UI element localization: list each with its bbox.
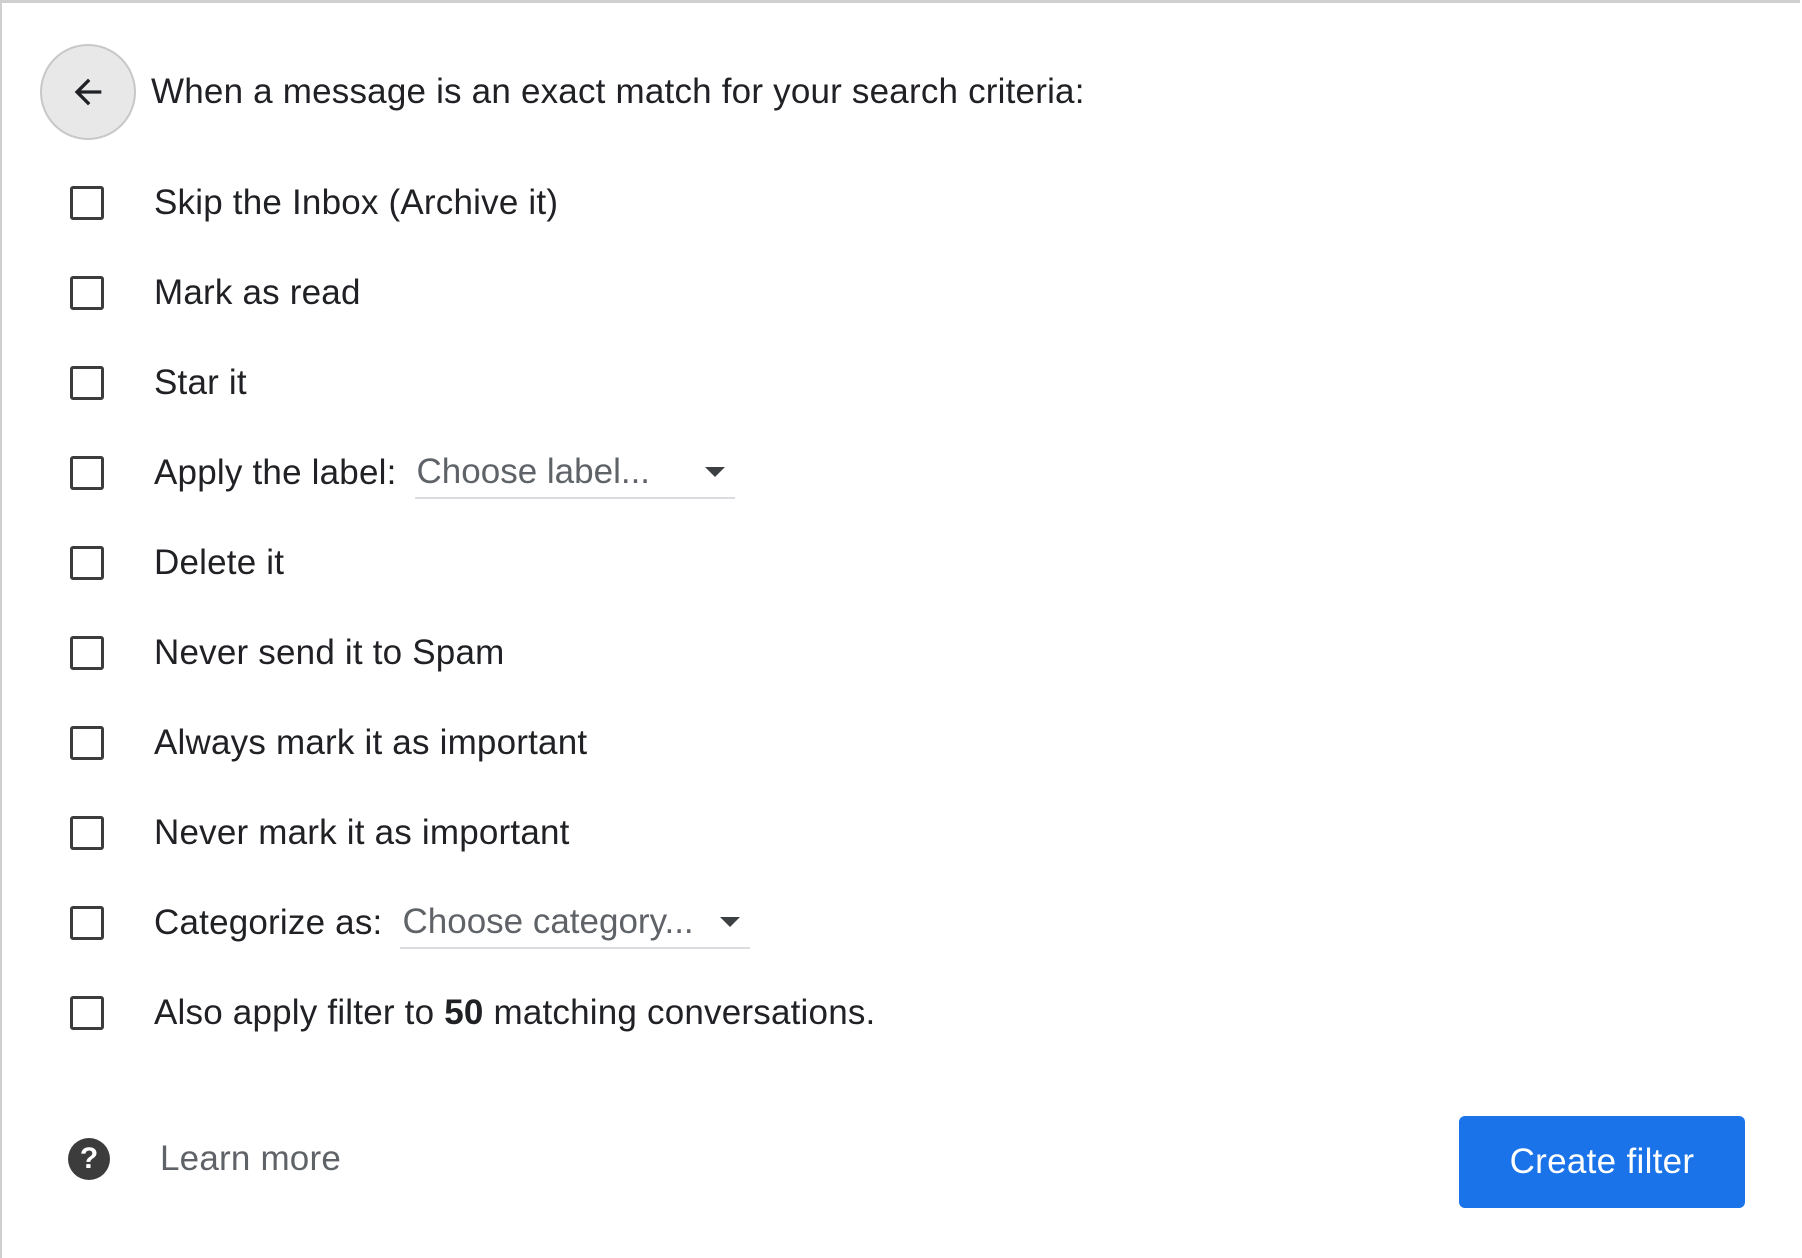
skip-inbox-label: Skip the Inbox (Archive it) (154, 183, 559, 222)
option-never-important: Never mark it as important (70, 788, 875, 878)
arrow-left-icon (74, 78, 102, 106)
categorize-label: Categorize as: (154, 903, 383, 942)
choose-label-dropdown[interactable]: Choose label... (414, 447, 735, 499)
never-important-label: Never mark it as important (154, 813, 570, 852)
apply-to-matching-checkbox[interactable] (70, 996, 104, 1030)
header-text: When a message is an exact match for you… (151, 72, 1085, 111)
create-filter-button[interactable]: Create filter (1459, 1116, 1745, 1208)
matching-count: 50 (444, 993, 484, 1032)
option-apply-label: Apply the label: Choose label... (70, 428, 875, 518)
choose-label-value: Choose label... (416, 452, 651, 491)
option-star-it: Star it (70, 338, 875, 428)
apply-to-matching-label: Also apply filter to 50 matching convers… (154, 993, 875, 1033)
always-important-checkbox[interactable] (70, 726, 104, 760)
apply-label-checkbox[interactable] (70, 456, 104, 490)
never-important-checkbox[interactable] (70, 816, 104, 850)
filter-options-list: Skip the Inbox (Archive it) Mark as read… (70, 158, 875, 1058)
option-delete-it: Delete it (70, 518, 875, 608)
caret-down-icon (720, 917, 741, 927)
option-mark-as-read: Mark as read (70, 248, 875, 338)
delete-it-checkbox[interactable] (70, 546, 104, 580)
choose-category-value: Choose category... (402, 902, 694, 941)
filter-actions-panel: When a message is an exact match for you… (0, 0, 1800, 1258)
apply-to-matching-suffix: matching conversations. (493, 993, 876, 1032)
option-categorize: Categorize as: Choose category... (70, 878, 875, 968)
filter-header: When a message is an exact match for you… (40, 43, 1085, 141)
delete-it-label: Delete it (154, 543, 285, 582)
apply-label-label: Apply the label: (154, 453, 397, 492)
skip-inbox-checkbox[interactable] (70, 186, 104, 220)
never-spam-checkbox[interactable] (70, 636, 104, 670)
star-it-label: Star it (154, 363, 247, 402)
mark-as-read-checkbox[interactable] (70, 276, 104, 310)
apply-to-matching-prefix: Also apply filter to (154, 993, 435, 1032)
learn-more-link[interactable]: Learn more (160, 1139, 341, 1179)
option-skip-inbox: Skip the Inbox (Archive it) (70, 158, 875, 248)
star-it-checkbox[interactable] (70, 366, 104, 400)
categorize-checkbox[interactable] (70, 906, 104, 940)
mark-as-read-label: Mark as read (154, 273, 361, 312)
never-spam-label: Never send it to Spam (154, 633, 505, 672)
option-always-important: Always mark it as important (70, 698, 875, 788)
always-important-label: Always mark it as important (154, 723, 588, 762)
footer-help: ? Learn more (68, 1138, 341, 1180)
back-button[interactable] (40, 44, 136, 140)
option-apply-to-matching: Also apply filter to 50 matching convers… (70, 968, 875, 1058)
option-never-spam: Never send it to Spam (70, 608, 875, 698)
question-circle-icon: ? (68, 1138, 110, 1180)
choose-category-dropdown[interactable]: Choose category... (400, 897, 751, 949)
caret-down-icon (704, 467, 725, 477)
